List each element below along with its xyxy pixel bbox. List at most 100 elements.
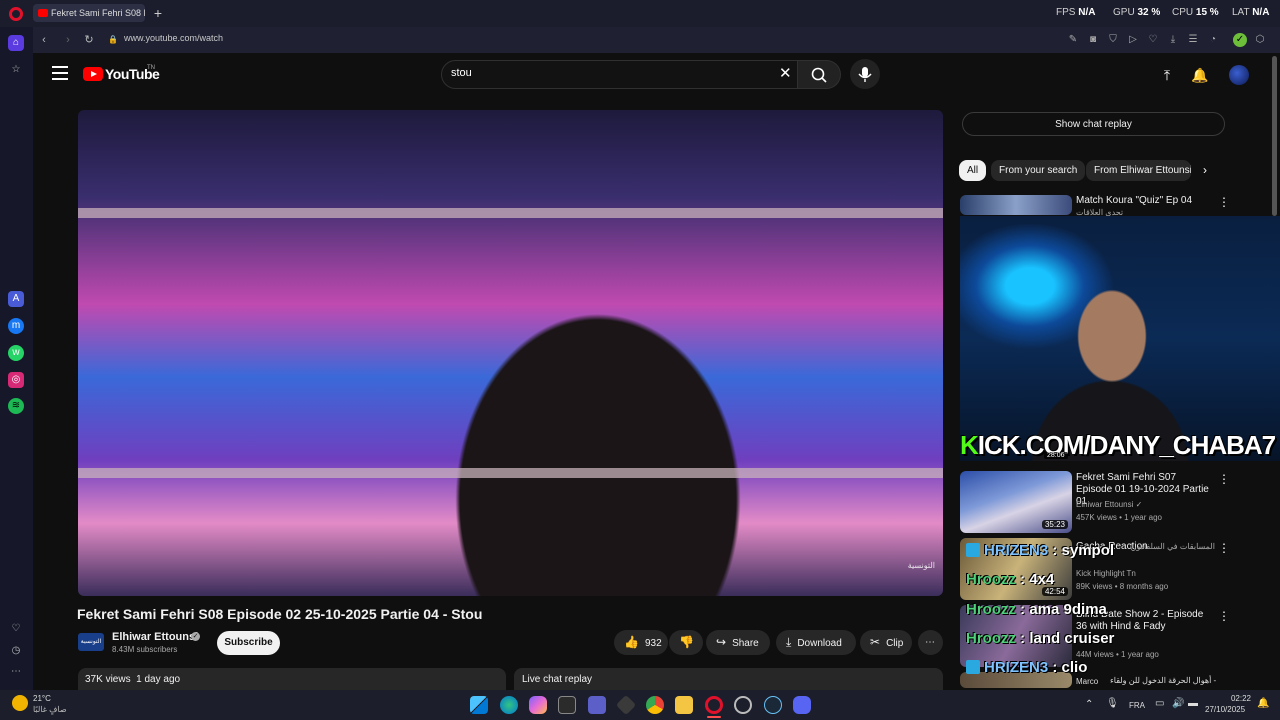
recommendation-thumbnail[interactable] [960,195,1072,215]
stream-chat-message: Hroozz : land cruiser [966,630,1115,647]
star-icon[interactable]: ☆ [8,62,24,78]
recommendation-title[interactable]: أهوال الحرقة الدخول للن ولقاء - [1110,676,1216,685]
network-icon[interactable]: ▭ [1155,698,1164,709]
page-scrollbar[interactable] [1272,56,1277,216]
instagram-icon[interactable]: ◎ [8,372,24,388]
upload-icon[interactable]: ⤒ [1158,66,1176,84]
gpu-readout: GPU 32 % [1113,7,1161,18]
more-vertical-icon[interactable]: ⋮ [1218,472,1230,486]
aria-icon[interactable]: A [8,291,24,307]
vpn-icon[interactable]: ✓ [1233,33,1247,47]
clip-button[interactable]: ✂ Clip [860,630,912,655]
steam-icon[interactable] [764,696,782,714]
chevron-right-icon[interactable]: › [1203,163,1207,177]
heart-icon[interactable]: ♡ [8,621,24,637]
video-frame-stripe [78,208,943,218]
chip-all[interactable]: All [959,160,987,181]
channel-avatar[interactable]: التونسية [78,633,104,651]
opera-logo-icon[interactable] [9,7,23,21]
play-icon[interactable]: ▷ [1126,33,1140,47]
thumbs-up-icon: 👍 [624,635,639,649]
voice-search-button[interactable] [850,59,880,89]
webcam-overlay [960,216,1280,461]
more-actions-button[interactable]: ⋯ [918,630,943,655]
weather-temperature[interactable]: 21°C [33,694,51,703]
stream-chat-message: HRIZEN3 : sympol [966,542,1114,559]
video-player[interactable]: التونسية [78,110,943,596]
spotify-icon[interactable]: ≋ [8,398,24,414]
like-button[interactable]: 👍 932 [614,630,668,655]
whatsapp-icon[interactable]: w [8,345,24,361]
video-title: Fekret Sami Fehri S08 Episode 02 25-10-2… [77,606,483,622]
clear-search-icon[interactable]: ✕ [779,64,792,82]
search-icon [811,67,827,83]
battery-icon[interactable]: ▬ [1188,698,1198,709]
edit-icon[interactable]: ✎ [1066,33,1080,47]
browser-tab[interactable]: Fekret Sami Fehri S08 Epis [33,4,145,22]
notifications-bell-icon[interactable]: 🔔 [1191,66,1209,84]
start-menu-icon[interactable] [470,696,488,714]
share-button[interactable]: ↪ Share [706,630,770,655]
recommendation-thumbnail[interactable]: 35:23 [960,471,1072,533]
messenger-icon[interactable]: m [8,318,24,334]
shield-icon[interactable]: ⛉ [1106,33,1120,47]
store-icon[interactable] [558,696,576,714]
notification-center-icon[interactable]: 🔔 [1257,698,1269,709]
discord-icon[interactable] [793,696,811,714]
clock-date[interactable]: 27/10/2025 [1205,705,1245,714]
more-icon[interactable]: ⋯ [8,664,24,680]
tray-overflow-chevron-icon[interactable]: ⌃ [1085,699,1093,710]
weather-description: صافٍ غالبًا [33,705,67,714]
show-chat-replay-button[interactable]: Show chat replay [962,112,1225,136]
history-icon[interactable]: ◷ [8,643,24,659]
url-field[interactable]: www.youtube.com/watch [124,33,223,43]
back-button[interactable]: ‹ [36,32,52,48]
menu-icon[interactable] [52,66,68,80]
stream-chat-message: HRIZEN3 : clio [966,659,1087,676]
search-box[interactable] [441,60,798,89]
weather-sun-icon[interactable] [12,695,28,711]
chip-from-channel[interactable]: From Elhiwar Ettounsi [1086,160,1191,181]
list-icon[interactable]: ☰ [1186,33,1200,47]
more-vertical-icon[interactable]: ⋮ [1218,195,1230,209]
recommendation-title[interactable]: Match Koura "Quiz" Ep 04 [1076,195,1206,207]
volume-icon[interactable]: 🔊 [1172,698,1184,709]
camera-icon[interactable]: ◙ [1086,33,1100,47]
opera-gx-icon[interactable] [705,696,723,714]
chip-from-search[interactable]: From your search [991,160,1086,181]
chrome-icon[interactable] [646,696,664,714]
clock-time[interactable]: 02:22 [1211,694,1251,703]
subscribe-button[interactable]: Subscribe [217,631,280,655]
recommendation-channel[interactable]: Kick Highlight Tn [1076,569,1136,578]
home-icon[interactable]: ⌂ [8,35,24,51]
share-icon: ↪ [716,635,727,649]
opera-gx-secondary-icon[interactable] [734,696,752,714]
download-icon[interactable]: ⤓ [1166,33,1180,47]
copilot-icon[interactable] [529,696,547,714]
channel-name[interactable]: Elhiwar Ettounsi [112,631,198,643]
subscriber-count: 8.43M subscribers [112,645,178,654]
new-tab-button[interactable]: + [150,5,166,21]
visual-studio-icon[interactable] [588,696,606,714]
recommendation-channel[interactable]: Elhiwar Ettounsi ✓ [1076,500,1142,509]
download-button[interactable]: ⤓ Download [776,630,856,655]
youtube-logo-icon[interactable] [83,67,103,81]
search-button[interactable] [798,60,841,89]
microphone-icon[interactable]: 🎙 [1106,698,1119,709]
profile-icon[interactable]: ◔ [1206,33,1220,47]
more-vertical-icon[interactable]: ⋮ [1218,609,1230,623]
avatar[interactable] [1229,65,1249,85]
extension-icon[interactable]: ⬡ [1253,33,1267,47]
dislike-button[interactable]: 👎 [669,630,703,655]
language-indicator[interactable]: FRA [1129,701,1145,710]
file-explorer-icon[interactable] [675,696,693,714]
edge-icon[interactable] [500,696,518,714]
search-input[interactable]: stou [451,67,472,79]
heart-icon[interactable]: ♡ [1146,33,1160,47]
forward-button[interactable]: › [60,32,76,48]
reload-button[interactable]: ↻ [81,32,97,48]
verified-icon: ✓ [191,632,200,641]
download-icon: ⤓ [786,635,792,649]
recommendation-channel[interactable]: Marco [1076,677,1098,686]
more-vertical-icon[interactable]: ⋮ [1218,541,1230,555]
